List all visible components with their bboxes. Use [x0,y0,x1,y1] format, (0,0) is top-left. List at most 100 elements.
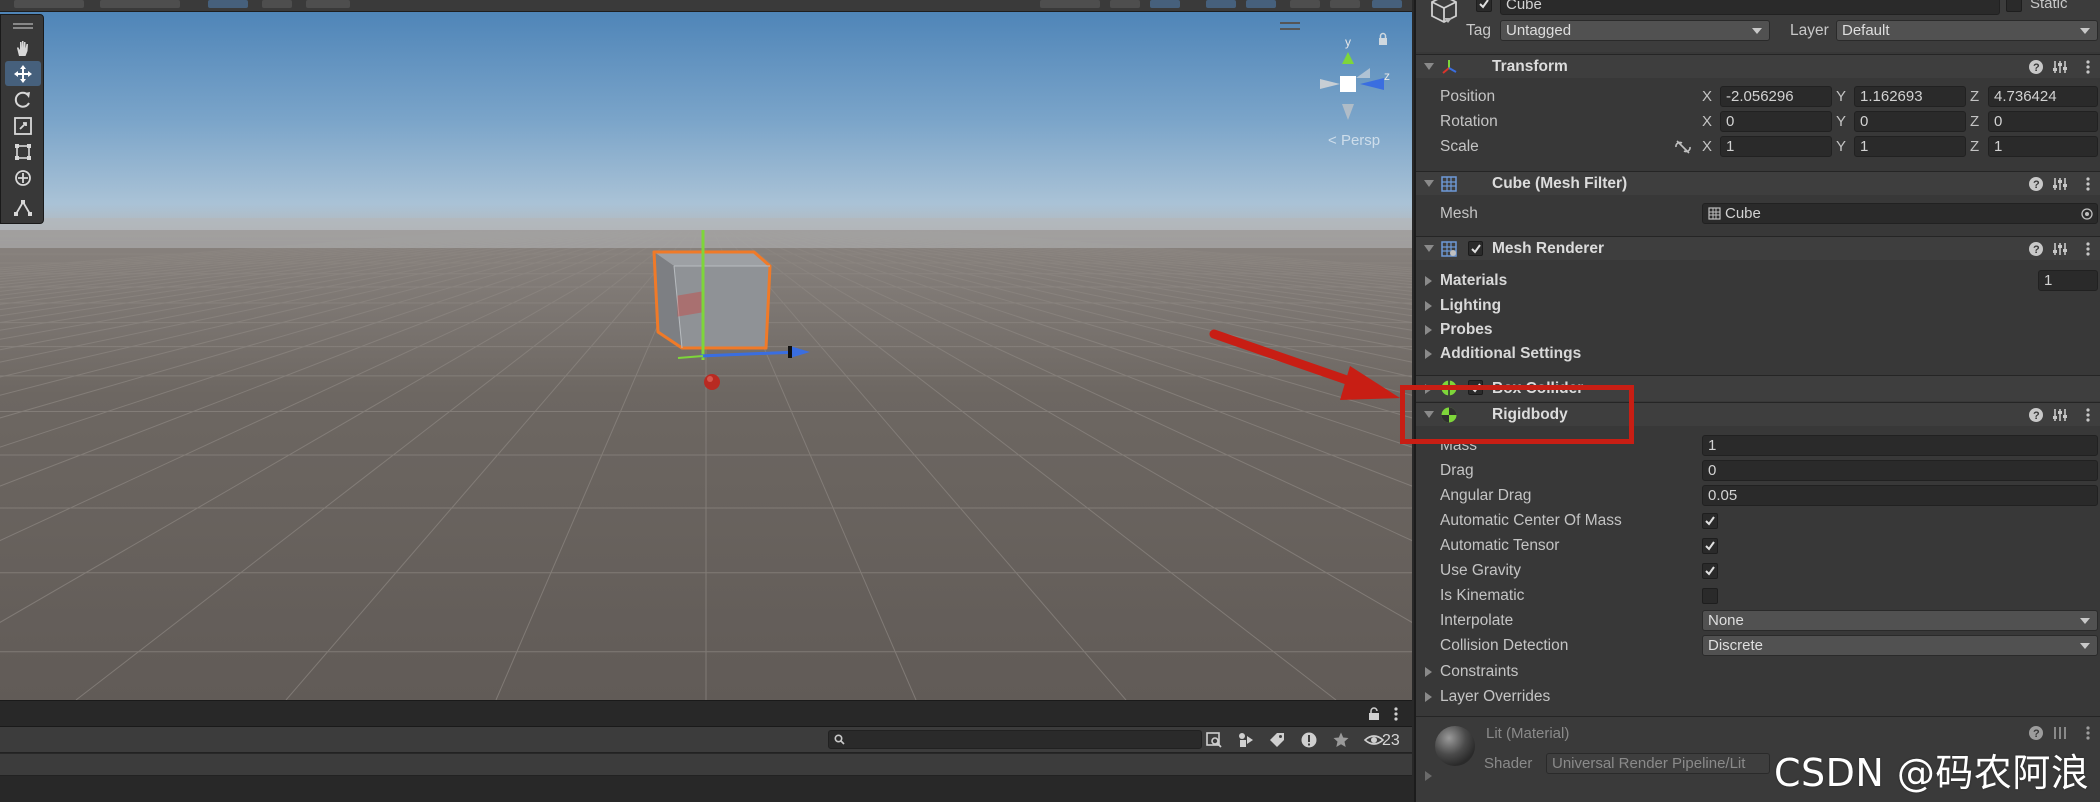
rotation-z-field[interactable]: 0 [1988,111,2098,132]
fold-arrow-icon[interactable] [1424,180,1434,187]
preset-icon[interactable] [2052,59,2068,75]
help-icon[interactable]: ? [2028,241,2044,257]
toolbar-button[interactable] [1246,0,1276,8]
position-x-field[interactable]: -2.056296 [1720,86,1832,107]
preset-icon[interactable] [2052,241,2068,257]
scale-tool-button[interactable] [5,113,41,138]
expand-arrow-icon[interactable] [1425,301,1432,311]
shader-dropdown[interactable]: Universal Render Pipeline/Lit [1546,753,1770,774]
position-y-field[interactable]: 1.162693 [1854,86,1966,107]
toolbar-button[interactable] [1040,0,1100,8]
palette-grip-icon[interactable] [13,23,33,29]
search-by-type-icon[interactable] [1205,731,1223,749]
mesh-renderer-header[interactable]: Mesh Renderer ? [1416,236,2100,260]
position-z-field[interactable]: 4.736424 [1988,86,2098,107]
probes-row[interactable]: Probes [1416,319,2100,341]
materials-row[interactable]: Materials 1 [1416,270,2100,292]
help-icon[interactable]: ? [2028,725,2044,741]
toolbar-button[interactable] [208,0,248,8]
layer-dropdown[interactable]: Default [1836,20,2098,41]
icon-dropdown-arrow[interactable] [1444,18,1452,23]
svg-text:?: ? [2033,62,2040,74]
is-kinematic-checkbox[interactable] [1702,588,1718,604]
fold-arrow-icon[interactable] [1424,63,1434,70]
overlay-menu-icon[interactable] [1280,22,1300,30]
scale-z-field[interactable]: 1 [1988,136,2098,157]
scale-x-field[interactable]: 1 [1720,136,1832,157]
layer-overrides-row[interactable]: Layer Overrides [1416,686,2100,708]
custom-tool-button[interactable] [5,195,41,220]
selected-cube[interactable] [630,230,830,440]
label-icon[interactable] [1268,731,1286,749]
hand-tool-button[interactable] [5,35,41,60]
toolbar-button[interactable] [1330,0,1360,8]
transform-header[interactable]: Transform ? [1416,54,2100,78]
object-picker-icon[interactable] [2081,208,2093,220]
rect-transform-icon [15,143,31,160]
kebab-menu-icon[interactable] [2080,407,2096,423]
lighting-row[interactable]: Lighting [1416,295,2100,317]
additional-settings-row[interactable]: Additional Settings [1416,343,2100,365]
toolbar-button[interactable] [1150,0,1180,8]
object-name-field[interactable]: Cube [1500,0,2000,15]
static-checkbox[interactable] [2006,0,2022,12]
toolbar-button[interactable] [100,0,180,8]
search-input[interactable] [828,730,1202,749]
help-icon[interactable]: ? [2028,176,2044,192]
active-checkbox[interactable] [1476,0,1492,12]
fold-arrow-icon[interactable] [1424,245,1434,252]
materials-count-field[interactable]: 1 [2038,270,2098,291]
rect-tool-button[interactable] [5,139,41,164]
preset-icon[interactable] [2052,725,2068,741]
filter-by-type-icon[interactable] [1237,731,1255,749]
toolbar-button[interactable] [1290,0,1320,8]
expand-arrow-icon[interactable] [1425,325,1432,335]
move-tool-button[interactable] [5,61,41,86]
interpolate-dropdown[interactable]: None [1702,610,2098,631]
drag-field[interactable]: 0 [1702,460,2098,481]
auto-tensor-checkbox[interactable] [1702,538,1718,554]
panel-kebab-icon[interactable] [1394,707,1398,721]
scale-y-field[interactable]: 1 [1854,136,1966,157]
expand-arrow-icon[interactable] [1425,692,1432,702]
transform-tool-button[interactable] [5,165,41,190]
preset-icon[interactable] [2052,407,2068,423]
toolbar-button[interactable] [306,0,350,8]
mass-field[interactable]: 1 [1702,435,2098,456]
favorite-star-icon[interactable] [1332,731,1350,749]
toolbar-button[interactable] [1372,0,1402,8]
mesh-renderer-enabled-checkbox[interactable] [1468,241,1483,256]
tag-dropdown[interactable]: Untagged [1500,20,1770,41]
use-gravity-checkbox[interactable] [1702,563,1718,579]
expand-arrow-icon[interactable] [1425,349,1432,359]
warning-icon[interactable] [1300,731,1318,749]
mesh-object-field[interactable]: Cube [1702,203,2098,224]
projection-label[interactable]: < Persp [1328,132,1380,149]
kebab-menu-icon[interactable] [2080,725,2096,741]
help-icon[interactable]: ? [2028,407,2044,423]
visibility-eye-icon[interactable] [1364,731,1384,749]
rotation-y-field[interactable]: 0 [1854,111,1966,132]
kebab-menu-icon[interactable] [2080,59,2096,75]
collision-detection-dropdown[interactable]: Discrete [1702,635,2098,656]
preset-icon[interactable] [2052,176,2068,192]
auto-com-checkbox[interactable] [1702,513,1718,529]
constraints-row[interactable]: Constraints [1416,661,2100,683]
lock-icon[interactable] [1376,32,1390,46]
rotate-tool-button[interactable] [5,87,41,112]
rotation-x-field[interactable]: 0 [1720,111,1832,132]
expand-arrow-icon[interactable] [1425,276,1432,286]
help-icon[interactable]: ? [2028,59,2044,75]
kebab-menu-icon[interactable] [2080,241,2096,257]
expand-arrow-icon[interactable] [1425,667,1432,677]
angular-drag-field[interactable]: 0.05 [1702,485,2098,506]
toolbar-button[interactable] [14,0,84,8]
mesh-filter-header[interactable]: Cube (Mesh Filter) ? [1416,171,2100,195]
panel-lock-icon[interactable] [1368,707,1380,720]
toolbar-button[interactable] [1110,0,1140,8]
kebab-menu-icon[interactable] [2080,176,2096,192]
constrain-proportions-icon[interactable] [1674,139,1692,155]
toolbar-button[interactable] [1206,0,1236,8]
expand-arrow-icon[interactable] [1425,771,1432,781]
toolbar-button[interactable] [262,0,292,8]
